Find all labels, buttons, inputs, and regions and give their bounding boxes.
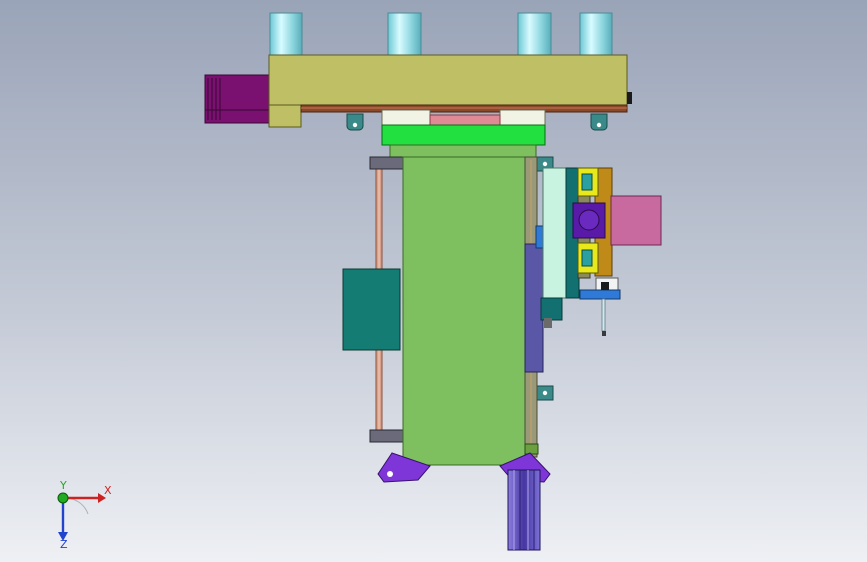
cylinder-tube-2 [387,12,422,57]
y-axis-label: Y [59,480,67,492]
lower-column [507,469,541,551]
assembly-model[interactable] [0,0,867,562]
x-axis-label: X [104,484,112,497]
control-box [342,268,401,351]
cad-viewport[interactable]: X Y Z [0,0,867,562]
y-axis-point [57,492,69,504]
cylinder-tube-3 [517,12,552,57]
orientation-triad: X Y Z [57,480,112,550]
z-axis-label: Z [60,538,68,550]
sensor-probe [579,277,621,336]
cylinder-tubes [269,12,613,57]
slide-carriage [381,109,546,158]
gripper-assembly [540,167,662,328]
cylinder-tube-4 [579,12,613,57]
cylinder-tube-1 [269,12,303,57]
main-body [402,156,547,466]
servo-motor [204,74,271,124]
